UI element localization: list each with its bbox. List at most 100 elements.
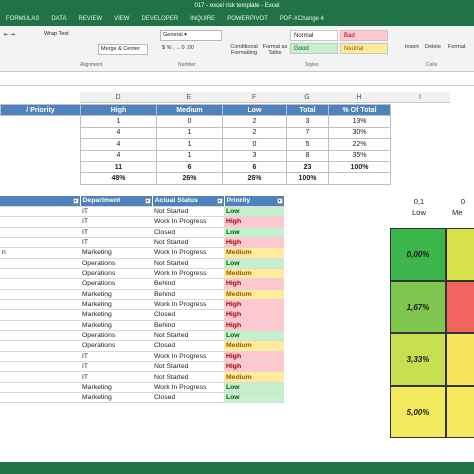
priority-cell[interactable]: High: [224, 216, 284, 228]
task-cell[interactable]: [0, 330, 80, 342]
table-cell[interactable]: 3: [222, 149, 287, 162]
table-cell[interactable]: Total: [286, 103, 329, 117]
task-cell[interactable]: [0, 258, 80, 269]
table-cell[interactable]: 1: [156, 138, 223, 151]
priority-cell[interactable]: Low: [224, 227, 284, 238]
status-cell[interactable]: Work In Progress: [152, 247, 224, 259]
table-cell[interactable]: / Priority: [0, 103, 81, 117]
table-cell[interactable]: 100%: [286, 172, 329, 185]
department-cell[interactable]: Marketing: [80, 299, 152, 311]
department-cell[interactable]: Marketing: [80, 320, 152, 331]
priority-cell[interactable]: High: [224, 351, 284, 363]
task-cell[interactable]: [0, 227, 80, 238]
menu-tab-6[interactable]: POWERPIVOT: [227, 16, 268, 22]
style-neutral[interactable]: Neutral: [340, 43, 388, 54]
risk-matrix-cell-next[interactable]: [446, 228, 474, 281]
table-cell[interactable]: [0, 138, 81, 151]
menu-tab-1[interactable]: DATA: [51, 16, 66, 22]
department-cell[interactable]: Marketing: [80, 382, 152, 394]
department-cell[interactable]: IT: [80, 206, 152, 218]
department-cell[interactable]: IT: [80, 371, 152, 383]
table-cell[interactable]: [0, 172, 81, 185]
table-cell[interactable]: 11: [80, 160, 157, 174]
department-cell[interactable]: IT: [80, 216, 152, 228]
priority-cell[interactable]: Low: [224, 382, 284, 394]
priority-cell[interactable]: High: [224, 309, 284, 321]
status-cell[interactable]: Work In Progress: [152, 299, 224, 311]
department-cell[interactable]: Marketing: [80, 392, 152, 404]
currency-icon[interactable]: $ % , ←0 .00: [162, 45, 194, 51]
risk-matrix-cell-next[interactable]: [446, 333, 474, 386]
table-cell[interactable]: 1: [156, 126, 223, 140]
department-cell[interactable]: Operations: [80, 258, 152, 269]
task-cell[interactable]: [0, 371, 80, 383]
priority-cell[interactable]: Low: [224, 258, 284, 269]
filter-dropdown-icon[interactable]: ▾: [72, 198, 79, 205]
priority-cell[interactable]: Medium: [224, 340, 284, 352]
table-cell[interactable]: 48%: [80, 172, 157, 185]
indent-icon[interactable]: ⇤ ⇥: [4, 32, 15, 38]
table-cell[interactable]: 8: [286, 149, 329, 162]
department-cell[interactable]: Marketing: [80, 309, 152, 321]
delete-button[interactable]: Delete: [425, 44, 441, 50]
table-cell[interactable]: 4: [80, 149, 157, 162]
table-cell[interactable]: Department ▾: [80, 196, 153, 207]
status-cell[interactable]: Behind: [152, 278, 224, 290]
status-cell[interactable]: Work In Progress: [152, 216, 224, 228]
department-cell[interactable]: IT: [80, 351, 152, 363]
risk-matrix-cell[interactable]: 3,33%: [390, 333, 446, 386]
status-cell[interactable]: Closed: [152, 392, 224, 404]
risk-matrix-cell-next[interactable]: [446, 385, 474, 438]
table-cell[interactable]: [0, 161, 81, 173]
table-cell[interactable]: ▾: [0, 196, 81, 207]
task-cell[interactable]: [0, 206, 80, 218]
number-format-select[interactable]: General ▾: [160, 30, 222, 41]
risk-matrix-cell[interactable]: 0,00%: [390, 228, 446, 281]
table-cell[interactable]: 26%: [156, 172, 223, 185]
column-header-g[interactable]: G: [286, 92, 328, 103]
department-cell[interactable]: IT: [80, 237, 152, 249]
filter-dropdown-icon[interactable]: ▾: [216, 198, 223, 205]
task-cell[interactable]: [0, 237, 80, 249]
table-cell[interactable]: [0, 150, 81, 162]
table-cell[interactable]: % Of Total: [328, 103, 391, 117]
status-cell[interactable]: Work In Progress: [152, 268, 224, 280]
priority-cell[interactable]: High: [224, 361, 284, 373]
department-cell[interactable]: IT: [80, 227, 152, 238]
column-header-d[interactable]: D: [80, 92, 156, 103]
priority-cell[interactable]: Low: [224, 206, 284, 218]
priority-cell[interactable]: Medium: [224, 289, 284, 300]
table-cell[interactable]: 35%: [328, 149, 391, 162]
status-cell[interactable]: Not Started: [152, 206, 224, 218]
status-cell[interactable]: Work In Progress: [152, 382, 224, 394]
style-normal[interactable]: Normal: [290, 30, 338, 41]
table-cell[interactable]: 2: [222, 126, 287, 140]
department-cell[interactable]: Operations: [80, 268, 152, 280]
task-cell[interactable]: [0, 216, 80, 228]
table-cell[interactable]: 26%: [222, 172, 287, 185]
task-cell[interactable]: [0, 289, 80, 300]
table-cell[interactable]: Actual Status ▾: [152, 196, 225, 207]
status-cell[interactable]: Not Started: [152, 258, 224, 269]
priority-cell[interactable]: Medium: [224, 371, 284, 383]
task-cell[interactable]: [0, 340, 80, 352]
menu-tab-4[interactable]: DEVELOPER: [141, 16, 178, 22]
column-header-i[interactable]: I: [390, 92, 450, 103]
status-cell[interactable]: Closed: [152, 340, 224, 352]
task-cell[interactable]: [0, 299, 80, 311]
department-cell[interactable]: Marketing: [80, 289, 152, 300]
table-cell[interactable]: 2: [222, 115, 287, 128]
table-cell[interactable]: 7: [286, 126, 329, 140]
department-cell[interactable]: Operations: [80, 340, 152, 352]
table-cell[interactable]: 100%: [328, 160, 391, 174]
menu-tab-0[interactable]: FORMULAS: [6, 16, 39, 22]
status-cell[interactable]: Closed: [152, 227, 224, 238]
menu-tab-2[interactable]: REVIEW: [78, 16, 102, 22]
conditional-formatting-button[interactable]: Conditional Formatting: [228, 44, 260, 56]
table-cell[interactable]: 0: [156, 115, 223, 128]
table-cell[interactable]: [0, 115, 81, 128]
status-cell[interactable]: Not Started: [152, 371, 224, 383]
table-cell[interactable]: 1: [156, 149, 223, 162]
department-cell[interactable]: Operations: [80, 330, 152, 342]
table-cell[interactable]: 13%: [328, 115, 391, 128]
